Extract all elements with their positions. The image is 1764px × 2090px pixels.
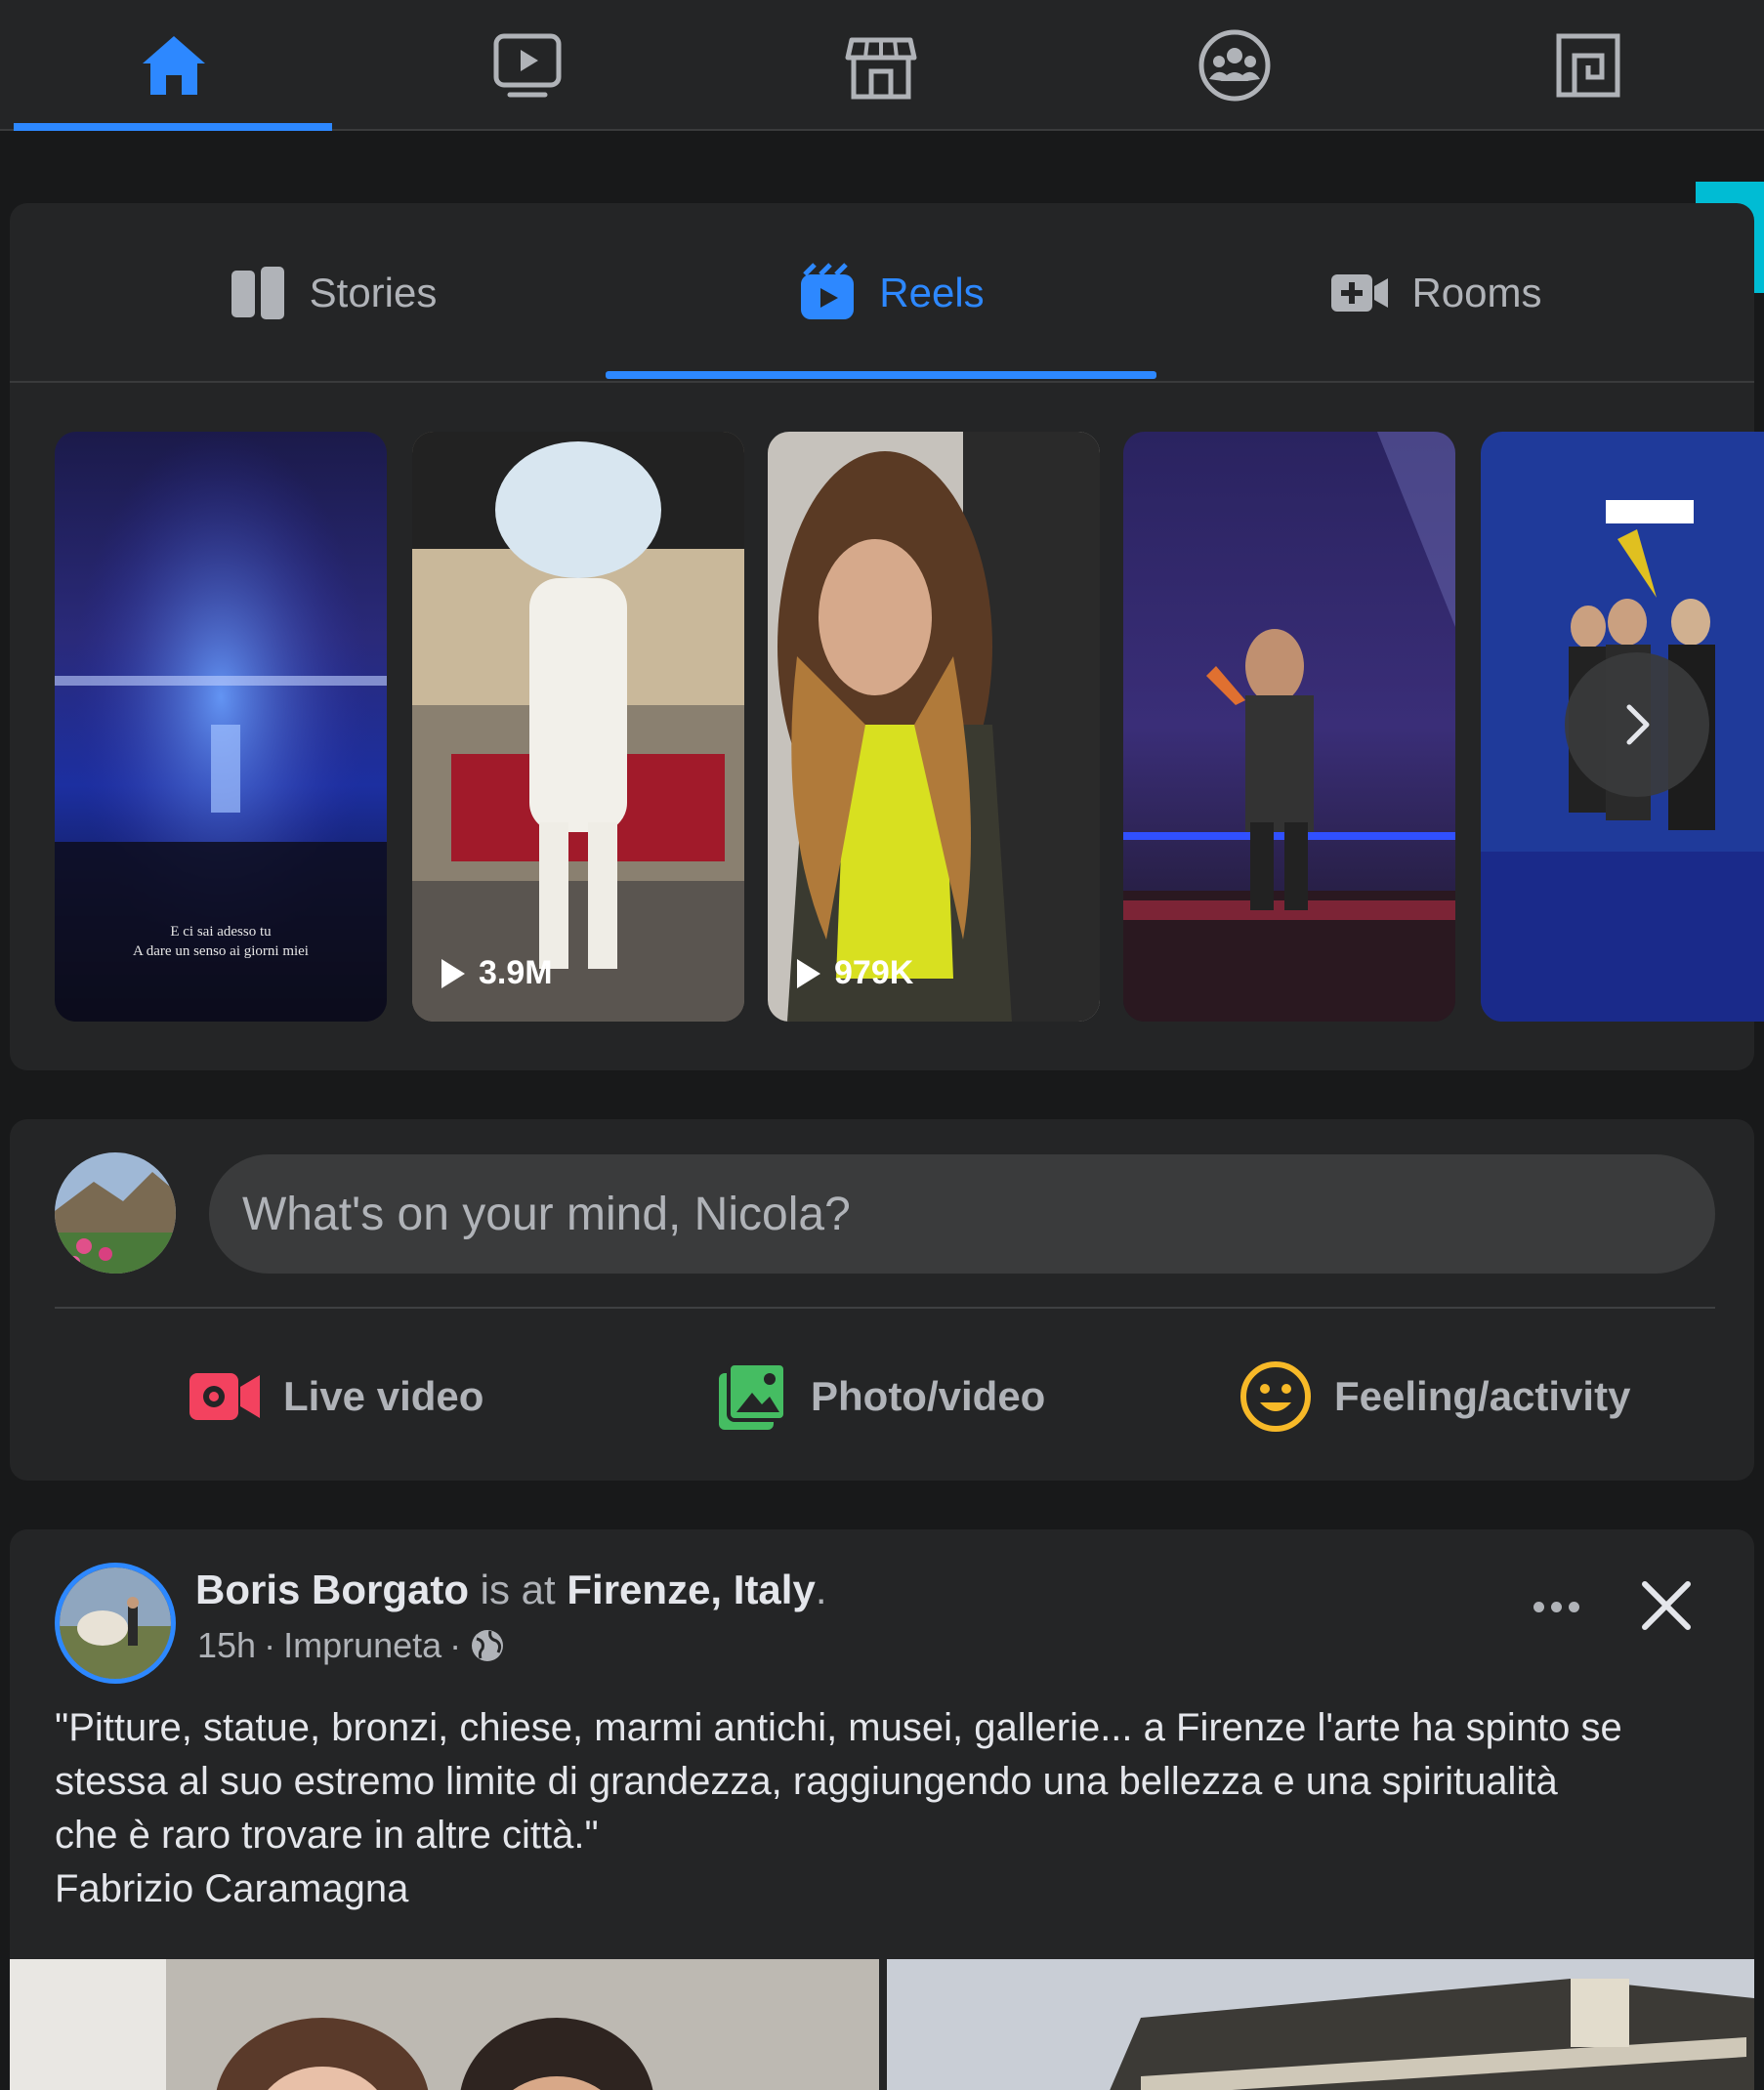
reels-icon bbox=[801, 263, 855, 319]
tab-rooms[interactable]: Rooms bbox=[1162, 203, 1709, 383]
book-icon bbox=[231, 267, 284, 319]
smiley-icon bbox=[1240, 1361, 1311, 1432]
post-text-line: che è raro trovare in altre città." bbox=[55, 1814, 599, 1857]
more-dot-icon bbox=[1550, 1601, 1562, 1612]
live-video-button[interactable]: Live video bbox=[188, 1350, 483, 1443]
post-location: Impruneta bbox=[283, 1625, 442, 1665]
nav-home[interactable] bbox=[45, 0, 303, 131]
reel-portrait-image bbox=[768, 432, 1100, 1022]
avatar[interactable] bbox=[55, 1152, 176, 1274]
reel-fifa-image bbox=[412, 432, 744, 1022]
close-icon[interactable] bbox=[1627, 1567, 1705, 1645]
post-photo-cathedral bbox=[887, 1959, 1754, 2090]
post-text: "Pitture, statue, bronzi, chiese, marmi … bbox=[55, 1701, 1735, 1916]
tab-reels[interactable]: Reels bbox=[615, 203, 1166, 383]
feeling-activity-label: Feeling/activity bbox=[1334, 1373, 1631, 1419]
divider bbox=[55, 1307, 1715, 1309]
nav-watch[interactable] bbox=[399, 0, 656, 131]
active-tab-indicator bbox=[14, 123, 332, 131]
video-play-icon bbox=[493, 33, 562, 98]
feed-post: Boris Borgato is at Firenze, Italy. 15h … bbox=[10, 1529, 1754, 2090]
post-author-line: Boris Borgato is at Firenze, Italy. bbox=[195, 1567, 826, 1613]
post-text-line: Fabrizio Caramagna bbox=[55, 1867, 409, 1910]
post-photo[interactable] bbox=[10, 1959, 879, 2090]
reel-thumbnail[interactable]: 979K bbox=[768, 432, 1100, 1022]
reel-thumbnail[interactable]: 3.9M bbox=[412, 432, 744, 1022]
post-is-at-text: is at bbox=[469, 1567, 567, 1612]
reel-views-label: 3.9M bbox=[479, 954, 553, 991]
globe-icon bbox=[472, 1630, 504, 1661]
author-avatar-image bbox=[60, 1568, 171, 1679]
tab-reels-label: Reels bbox=[879, 270, 985, 315]
groups-icon bbox=[1198, 29, 1271, 102]
post-time[interactable]: 15h bbox=[197, 1625, 256, 1666]
whats-on-your-mind-input[interactable]: What's on your mind, Nicola? bbox=[209, 1154, 1715, 1274]
nav-groups[interactable] bbox=[1106, 0, 1364, 131]
reel-caption-line: A dare un senso ai giorni miei bbox=[133, 943, 309, 959]
nav-marketplace[interactable] bbox=[752, 0, 1010, 131]
reel-caption-line: E ci sai adesso tu bbox=[170, 924, 272, 940]
reels-next-button[interactable] bbox=[1565, 652, 1709, 797]
reel-views-label: 979K bbox=[834, 954, 914, 991]
post-text-line: stessa al suo estremo limite di grandezz… bbox=[55, 1760, 1558, 1803]
post-meta: 15h · Impruneta · bbox=[197, 1625, 506, 1666]
meta-separator: · bbox=[449, 1625, 462, 1665]
reel-stage-image bbox=[1123, 432, 1455, 1022]
post-text-line: "Pitture, statue, bronzi, chiese, marmi … bbox=[55, 1706, 1622, 1749]
live-video-label: Live video bbox=[283, 1373, 484, 1419]
more-dot-icon bbox=[1568, 1601, 1579, 1612]
reel-thumbnail[interactable]: E ci sai adesso tu A dare un senso ai gi… bbox=[55, 432, 387, 1022]
photo-video-button[interactable]: Photo/video bbox=[715, 1350, 1045, 1443]
gaming-icon bbox=[1556, 33, 1620, 98]
post-photo[interactable] bbox=[887, 1959, 1754, 2090]
play-icon bbox=[797, 958, 820, 988]
reel-view-count: 3.9M bbox=[441, 954, 553, 992]
more-dot-icon bbox=[1533, 1601, 1544, 1612]
avatar[interactable] bbox=[55, 1563, 176, 1684]
nav-gaming[interactable] bbox=[1459, 0, 1717, 131]
stories-reels-card: Stories Reels Rooms E ci sai adesso tu A… bbox=[10, 203, 1764, 1070]
shop-icon bbox=[845, 37, 917, 100]
photo-icon bbox=[719, 1361, 787, 1430]
user-avatar-image bbox=[55, 1152, 176, 1274]
reel-view-count: 979K bbox=[797, 954, 913, 992]
post-options-button[interactable] bbox=[1522, 1582, 1590, 1631]
stories-reels-tabs: Stories Reels Rooms bbox=[10, 203, 1754, 383]
video-add-icon bbox=[1331, 274, 1389, 312]
play-icon bbox=[441, 958, 465, 988]
reel-caption: E ci sai adesso tu A dare un senso ai gi… bbox=[55, 922, 387, 961]
meta-separator: · bbox=[264, 1625, 276, 1665]
photo-video-label: Photo/video bbox=[811, 1373, 1046, 1419]
tab-rooms-label: Rooms bbox=[1411, 270, 1542, 315]
tab-reels-indicator bbox=[606, 371, 1156, 379]
tab-stories-label: Stories bbox=[309, 270, 438, 315]
chevron-right-icon bbox=[1626, 704, 1650, 745]
create-post-card: What's on your mind, Nicola? Live video … bbox=[10, 1119, 1754, 1481]
feeling-activity-button[interactable]: Feeling/activity bbox=[1239, 1350, 1630, 1443]
post-place-link[interactable]: Firenze, Italy bbox=[567, 1567, 815, 1612]
post-author-name[interactable]: Boris Borgato bbox=[195, 1567, 469, 1612]
tab-stories[interactable]: Stories bbox=[59, 203, 606, 383]
top-navigation bbox=[0, 0, 1764, 131]
post-photo-couple bbox=[10, 1959, 879, 2090]
live-video-icon bbox=[189, 1373, 260, 1420]
home-icon bbox=[143, 36, 205, 95]
reel-thumbnail[interactable] bbox=[1123, 432, 1455, 1022]
post-period: . bbox=[815, 1567, 827, 1612]
